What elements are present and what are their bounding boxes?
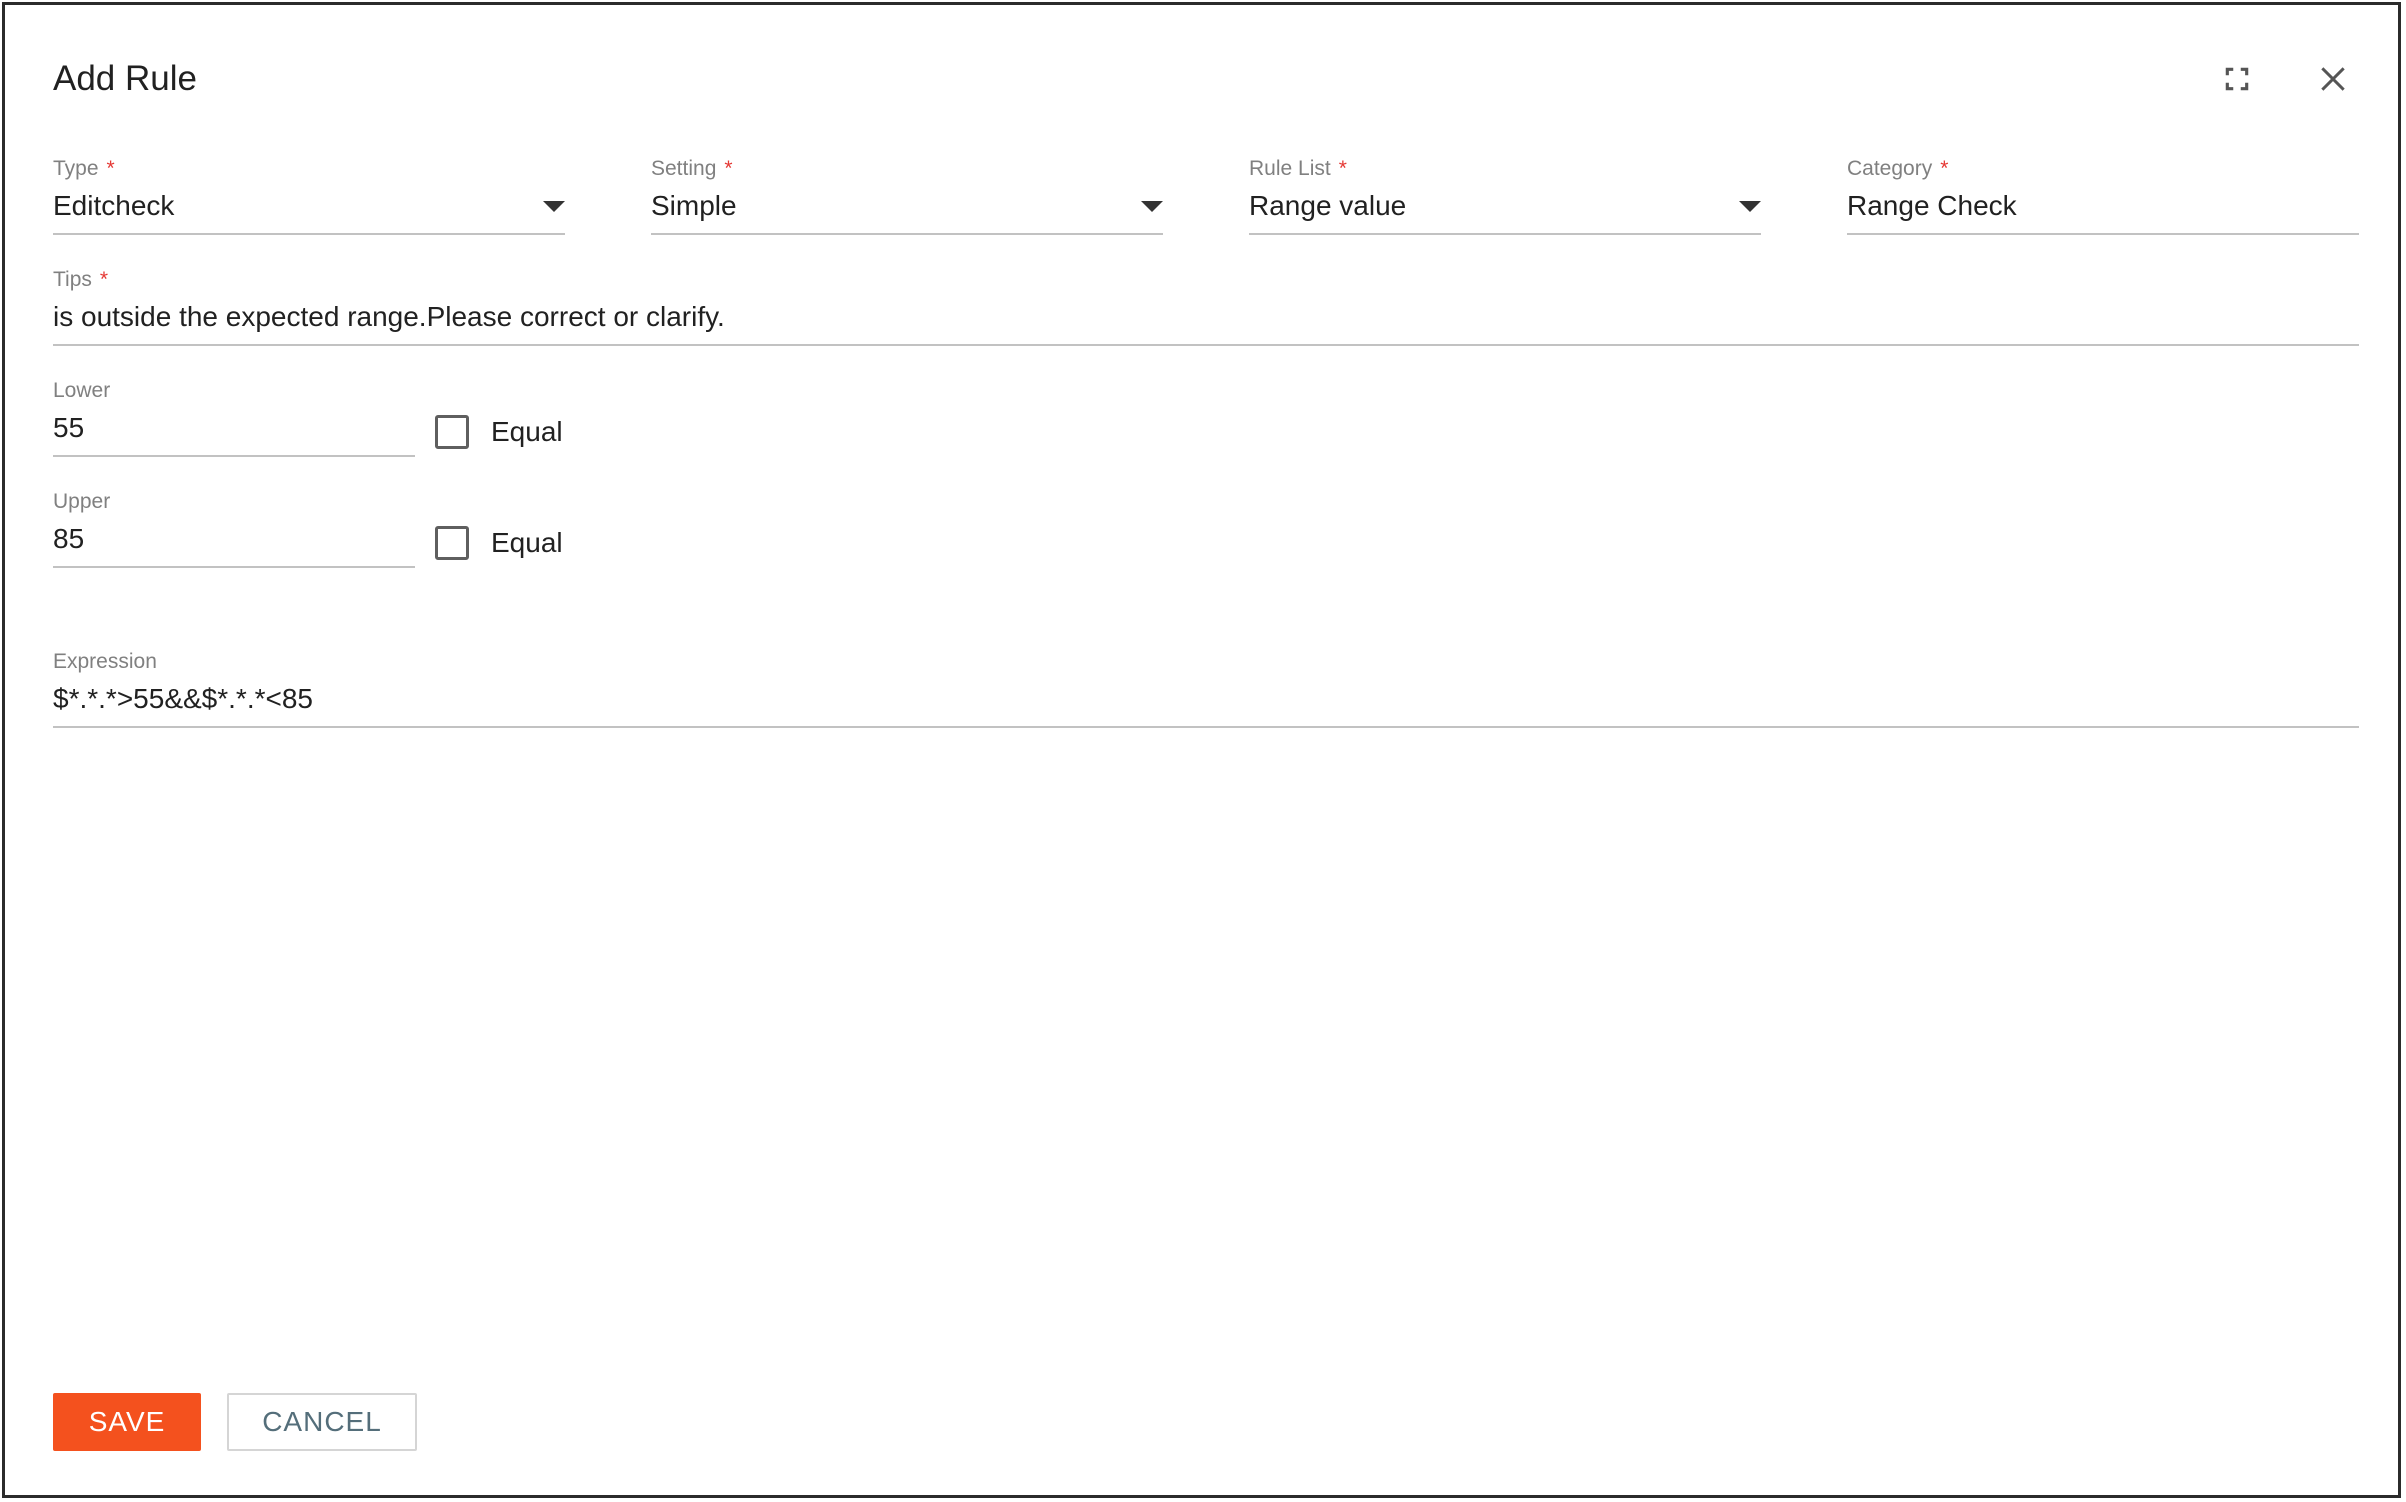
lower-label: Lower — [53, 379, 111, 402]
rule-list-value: Range value — [1249, 190, 1407, 221]
caret-down-icon — [1141, 201, 1163, 212]
close-icon — [2321, 67, 2345, 91]
upper-input-wrap — [53, 514, 415, 568]
upper-equal-label: Equal — [491, 527, 563, 558]
tips-label: Tips — [53, 268, 92, 291]
rule-list-select[interactable]: Range value — [1249, 181, 1761, 235]
checkbox-unchecked-icon — [435, 526, 469, 560]
add-rule-dialog: Add Rule Type * Editcheck Setting * Simple — [2, 2, 2401, 1498]
tips-input-wrap — [53, 292, 2359, 346]
expression-field: Expression — [53, 650, 2359, 728]
category-input[interactable] — [1847, 181, 2359, 231]
lower-input[interactable] — [53, 403, 415, 453]
setting-select[interactable]: Simple — [651, 181, 1163, 235]
expression-input[interactable] — [53, 674, 2359, 724]
upper-field: Upper — [53, 490, 415, 568]
save-button[interactable]: SAVE — [53, 1393, 201, 1451]
expression-input-wrap — [53, 674, 2359, 728]
setting-field: Setting * Simple — [651, 157, 1163, 235]
close-button[interactable] — [2311, 57, 2355, 101]
caret-down-icon — [1739, 201, 1761, 212]
rule-list-label: Rule List — [1249, 157, 1331, 180]
lower-field: Lower — [53, 379, 415, 457]
upper-equal-checkbox[interactable]: Equal — [435, 526, 563, 560]
category-label: Category — [1847, 157, 1933, 180]
fullscreen-icon — [2225, 67, 2249, 91]
checkbox-unchecked-icon — [435, 415, 469, 449]
upper-input[interactable] — [53, 514, 415, 564]
type-field: Type * Editcheck — [53, 157, 565, 235]
required-marker: * — [724, 157, 733, 180]
rule-list-field: Rule List * Range value — [1249, 157, 1761, 235]
type-value: Editcheck — [53, 190, 175, 221]
lower-equal-label: Equal — [491, 416, 563, 447]
required-marker: * — [99, 268, 109, 291]
expression-label: Expression — [53, 650, 157, 673]
caret-down-icon — [543, 201, 565, 212]
required-marker: * — [106, 157, 115, 180]
lower-equal-checkbox[interactable]: Equal — [435, 415, 563, 449]
cancel-button[interactable]: CANCEL — [227, 1393, 417, 1451]
required-marker: * — [1940, 157, 1949, 180]
type-select[interactable]: Editcheck — [53, 181, 565, 235]
type-label: Type — [53, 157, 99, 180]
setting-value: Simple — [651, 190, 737, 221]
required-marker: * — [1338, 157, 1347, 180]
lower-input-wrap — [53, 403, 415, 457]
upper-label: Upper — [53, 490, 111, 513]
tips-field: Tips * — [53, 268, 2359, 346]
category-input-wrap — [1847, 181, 2359, 235]
fullscreen-button[interactable] — [2215, 57, 2259, 101]
setting-label: Setting — [651, 157, 717, 180]
category-field: Category * — [1847, 157, 2359, 235]
dialog-title: Add Rule — [53, 59, 197, 98]
tips-input[interactable] — [53, 292, 2359, 342]
